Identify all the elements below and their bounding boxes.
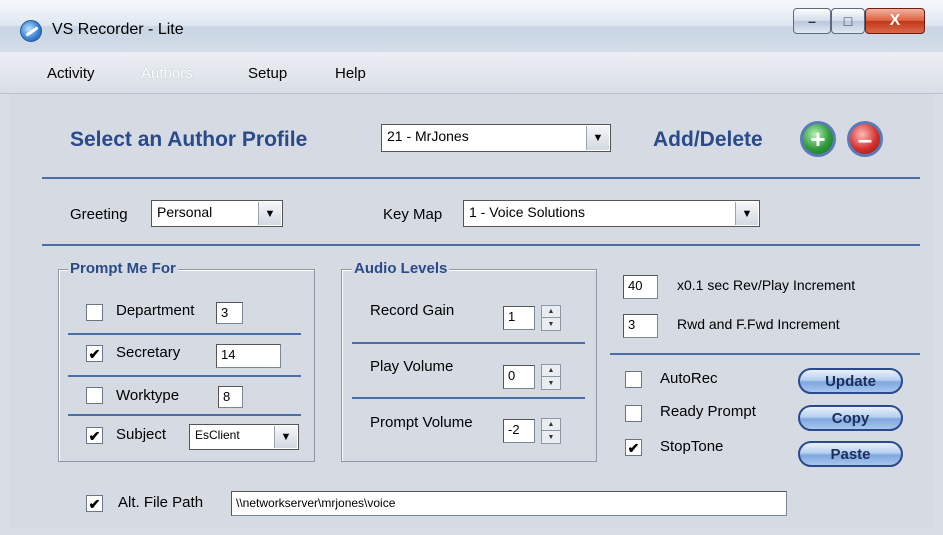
worktype-label: Worktype — [116, 387, 180, 404]
secretary-label: Secretary — [116, 344, 181, 361]
delete-author-button[interactable]: – — [847, 121, 883, 157]
title-bar[interactable]: VS Recorder - Lite – □ X — [0, 0, 943, 52]
check-icon: ✔ — [88, 495, 101, 512]
prompt-volume-spinner[interactable]: ▲ ▼ — [541, 418, 561, 444]
menu-authors[interactable]: Authors — [141, 65, 193, 82]
divider — [352, 342, 585, 344]
prompt-me-for-title: Prompt Me For — [68, 260, 178, 277]
close-button[interactable]: X — [865, 8, 925, 34]
menu-activity[interactable]: Activity — [47, 65, 95, 82]
chevron-down-icon[interactable]: ▼ — [735, 202, 758, 225]
add-author-button[interactable]: + — [800, 121, 836, 157]
app-logo-icon — [20, 20, 42, 42]
stoptone-checkbox[interactable]: ✔ — [625, 439, 642, 456]
rwd-ffwd-increment-label: Rwd and F.Fwd Increment — [677, 316, 840, 332]
update-button[interactable]: Update — [798, 368, 903, 394]
menu-setup[interactable]: Setup — [248, 65, 287, 82]
audio-levels-title: Audio Levels — [352, 260, 450, 277]
spin-down-icon[interactable]: ▼ — [542, 377, 560, 389]
department-field[interactable]: 3 — [216, 302, 243, 324]
chevron-down-icon[interactable]: ▼ — [586, 126, 609, 150]
divider — [610, 353, 920, 355]
alt-file-path-checkbox[interactable]: ✔ — [86, 495, 103, 512]
stoptone-label: StopTone — [660, 438, 724, 455]
subject-checkbox[interactable]: ✔ — [86, 427, 103, 444]
worktype-field[interactable]: 8 — [218, 386, 243, 408]
record-gain-spinner[interactable]: ▲ ▼ — [541, 305, 561, 331]
spin-up-icon[interactable]: ▲ — [542, 419, 560, 431]
window-title: VS Recorder - Lite — [52, 21, 184, 38]
paste-button[interactable]: Paste — [798, 441, 903, 467]
spin-down-icon[interactable]: ▼ — [542, 431, 560, 443]
alt-file-path-field[interactable]: \\networkserver\mrjones\voice — [231, 491, 787, 516]
secretary-field[interactable]: 14 — [216, 344, 281, 368]
subject-select[interactable]: EsClient ▼ — [189, 424, 299, 450]
check-icon: ✔ — [88, 427, 101, 444]
ready-prompt-label: Ready Prompt — [660, 403, 756, 420]
add-delete-label: Add/Delete — [653, 128, 763, 151]
divider — [68, 375, 301, 377]
keymap-select[interactable]: 1 - Voice Solutions ▼ — [463, 200, 760, 227]
keymap-value: 1 - Voice Solutions — [469, 204, 585, 220]
greeting-label: Greeting — [70, 206, 128, 223]
ready-prompt-checkbox[interactable] — [625, 405, 642, 422]
play-volume-spinner[interactable]: ▲ ▼ — [541, 364, 561, 390]
record-gain-label: Record Gain — [370, 302, 455, 319]
prompt-volume-label: Prompt Volume — [370, 414, 473, 431]
record-gain-field[interactable]: 1 — [503, 306, 535, 330]
author-profile-select[interactable]: 21 - MrJones ▼ — [381, 124, 611, 152]
department-label: Department — [116, 302, 195, 319]
greeting-select[interactable]: Personal ▼ — [151, 200, 283, 227]
app-window: VS Recorder - Lite – □ X Activity Author… — [0, 0, 943, 535]
chevron-down-icon[interactable]: ▼ — [258, 202, 281, 225]
maximize-button[interactable]: □ — [831, 8, 865, 34]
author-profile-label: Select an Author Profile — [70, 128, 308, 151]
rwd-ffwd-increment-field[interactable]: 3 — [623, 314, 658, 338]
copy-button[interactable]: Copy — [798, 405, 903, 431]
department-checkbox[interactable] — [86, 304, 103, 321]
autorec-label: AutoRec — [660, 370, 718, 387]
divider — [68, 414, 301, 416]
divider — [42, 177, 920, 179]
divider — [42, 244, 920, 246]
alt-file-path-label: Alt. File Path — [118, 494, 204, 511]
check-icon: ✔ — [627, 439, 640, 456]
worktype-checkbox[interactable] — [86, 387, 103, 404]
subject-value: EsClient — [195, 428, 240, 442]
greeting-value: Personal — [157, 204, 213, 220]
author-profile-value: 21 - MrJones — [387, 128, 469, 144]
minimize-button[interactable]: – — [793, 8, 831, 34]
divider — [68, 333, 301, 335]
subject-label: Subject — [116, 426, 167, 443]
rev-play-increment-label: x0.1 sec Rev/Play Increment — [677, 277, 856, 293]
spin-down-icon[interactable]: ▼ — [542, 318, 560, 330]
divider — [352, 397, 585, 399]
spin-up-icon[interactable]: ▲ — [542, 306, 560, 318]
menu-help[interactable]: Help — [335, 65, 366, 82]
prompt-volume-field[interactable]: -2 — [503, 419, 535, 443]
play-volume-label: Play Volume — [370, 358, 454, 375]
play-volume-field[interactable]: 0 — [503, 365, 535, 389]
autorec-checkbox[interactable] — [625, 371, 642, 388]
chevron-down-icon[interactable]: ▼ — [274, 426, 297, 448]
rev-play-increment-field[interactable]: 40 — [623, 275, 658, 299]
secretary-checkbox[interactable]: ✔ — [86, 345, 103, 362]
spin-up-icon[interactable]: ▲ — [542, 365, 560, 377]
keymap-label: Key Map — [383, 206, 443, 223]
check-icon: ✔ — [88, 345, 101, 362]
